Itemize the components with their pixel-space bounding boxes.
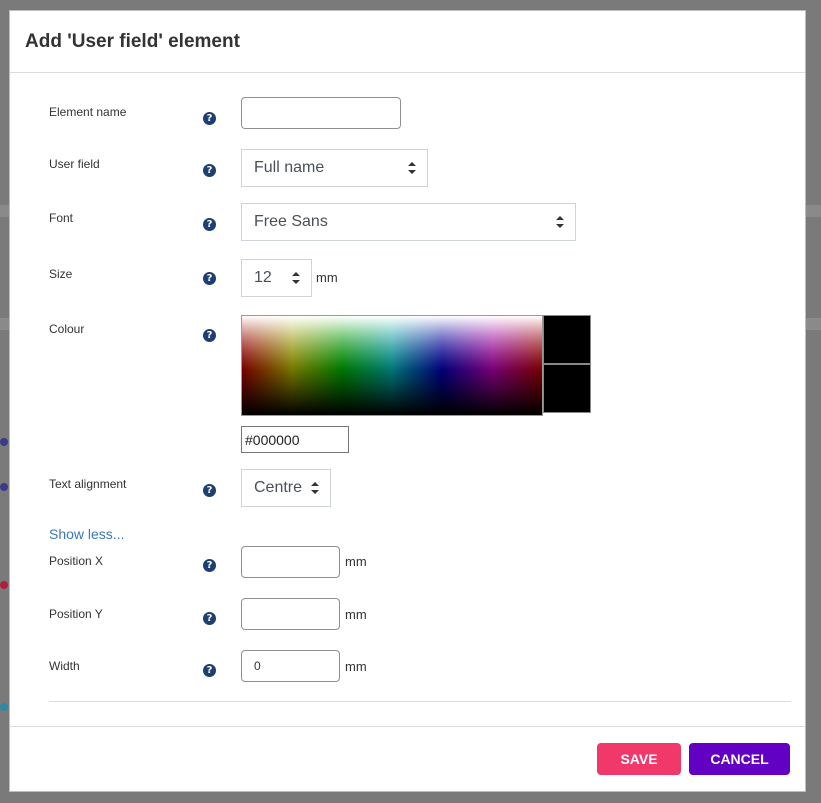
position-x-input[interactable] bbox=[241, 546, 340, 578]
user-field-selected: Full name bbox=[254, 159, 325, 176]
position-x-unit: mm bbox=[345, 554, 367, 569]
backdrop-marker bbox=[0, 438, 8, 446]
dialog-title: Add 'User field' element bbox=[25, 31, 240, 52]
position-y-unit: mm bbox=[345, 607, 367, 622]
sort-caret-icon bbox=[408, 162, 416, 174]
show-less-link[interactable]: Show less... bbox=[49, 526, 124, 542]
sort-caret-icon bbox=[556, 216, 564, 228]
element-name-input[interactable] bbox=[241, 97, 401, 129]
add-element-dialog: Add 'User field' element Element name ? … bbox=[9, 10, 806, 792]
position-y-label: Position Y bbox=[49, 607, 103, 621]
question-circle-icon[interactable]: ? bbox=[203, 218, 216, 231]
position-x-label: Position X bbox=[49, 554, 104, 568]
dialog-footer: SAVE CANCEL bbox=[10, 726, 805, 793]
form-divider bbox=[49, 701, 791, 702]
sort-caret-icon bbox=[311, 482, 319, 494]
question-circle-icon[interactable]: ? bbox=[203, 329, 216, 342]
size-unit: mm bbox=[316, 270, 338, 285]
text-alignment-label: Text alignment bbox=[49, 477, 127, 491]
text-alignment-select[interactable]: Centre bbox=[241, 469, 331, 507]
font-selected: Free Sans bbox=[254, 213, 328, 230]
text-alignment-selected: Centre bbox=[254, 479, 303, 496]
size-select[interactable]: 12 bbox=[241, 259, 312, 297]
sort-caret-icon bbox=[292, 272, 300, 284]
font-select[interactable]: Free Sans bbox=[241, 203, 576, 241]
current-colour-swatch bbox=[543, 315, 591, 364]
colour-spectrum[interactable] bbox=[241, 315, 543, 416]
element-name-label: Element name bbox=[49, 105, 127, 119]
save-button[interactable]: SAVE bbox=[597, 743, 681, 775]
backdrop-marker bbox=[0, 581, 8, 589]
question-circle-icon[interactable]: ? bbox=[203, 164, 216, 177]
question-circle-icon[interactable]: ? bbox=[203, 112, 216, 125]
size-selected: 12 bbox=[254, 269, 272, 286]
backdrop-marker bbox=[0, 483, 8, 491]
backdrop-marker bbox=[0, 703, 8, 711]
cancel-button[interactable]: CANCEL bbox=[689, 743, 790, 775]
dialog-header: Add 'User field' element bbox=[10, 11, 805, 73]
question-circle-icon[interactable]: ? bbox=[203, 484, 216, 497]
previous-colour-swatch[interactable] bbox=[543, 364, 591, 413]
width-unit: mm bbox=[345, 659, 367, 674]
user-field-label: User field bbox=[49, 157, 100, 171]
question-circle-icon[interactable]: ? bbox=[203, 664, 216, 677]
size-label: Size bbox=[49, 267, 73, 281]
colour-label: Colour bbox=[49, 322, 85, 336]
width-label: Width bbox=[49, 659, 80, 673]
question-circle-icon[interactable]: ? bbox=[203, 612, 216, 625]
question-circle-icon[interactable]: ? bbox=[203, 272, 216, 285]
colour-hex-input[interactable] bbox=[241, 426, 349, 453]
position-y-input[interactable] bbox=[241, 598, 340, 630]
width-input[interactable] bbox=[241, 650, 340, 682]
font-label: Font bbox=[49, 211, 74, 225]
question-circle-icon[interactable]: ? bbox=[203, 559, 216, 572]
user-field-select[interactable]: Full name bbox=[241, 149, 428, 187]
